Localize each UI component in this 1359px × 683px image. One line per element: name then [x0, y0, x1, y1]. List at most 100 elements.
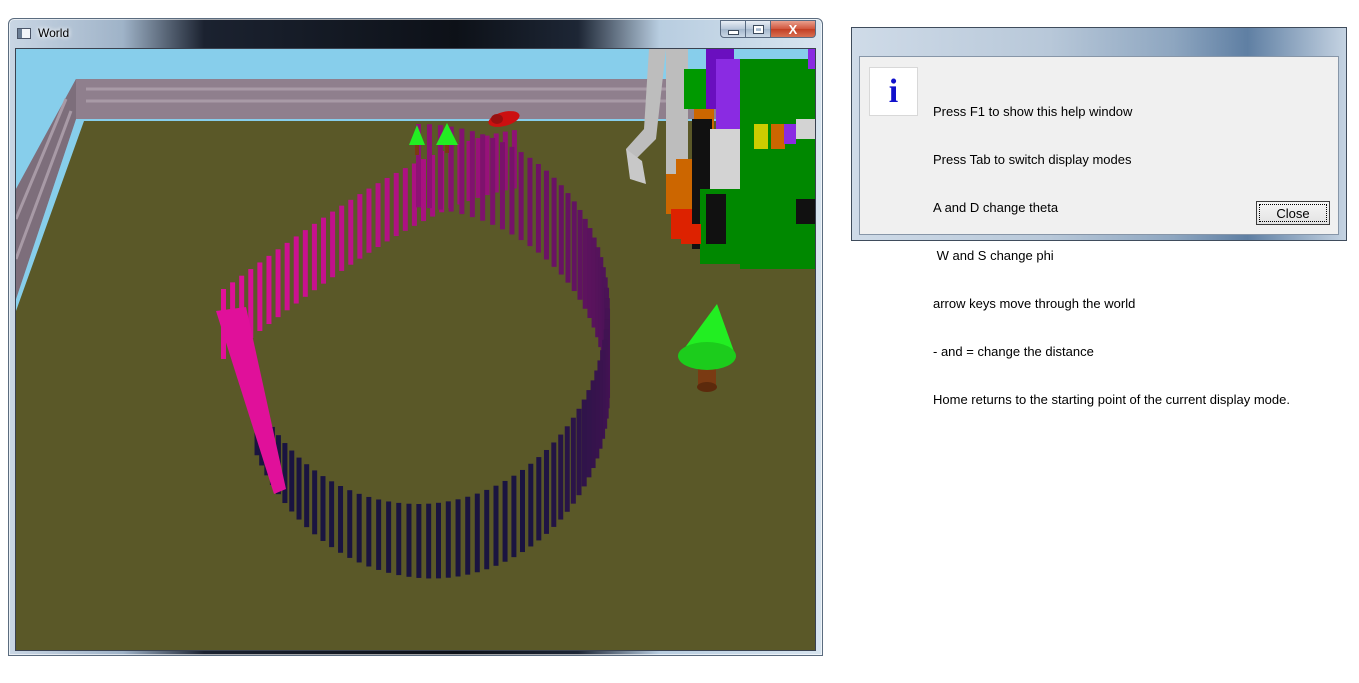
track-slat	[386, 501, 392, 573]
track-slat	[459, 128, 465, 215]
track-slat	[376, 499, 382, 570]
track-slat	[565, 193, 571, 283]
track-slat	[347, 490, 353, 558]
track-slat	[484, 489, 490, 570]
track-slat	[293, 236, 299, 304]
track-slat	[576, 408, 582, 496]
help-line: arrow keys move through the world	[933, 296, 1136, 311]
app-window-icon	[17, 28, 31, 39]
focus-rectangle	[1259, 204, 1327, 222]
track-slat	[543, 449, 549, 534]
track-slat	[536, 457, 542, 541]
track-slat	[426, 124, 432, 209]
track-slat	[435, 502, 441, 579]
world-titlebar[interactable]: World X	[9, 19, 822, 47]
track-slat	[296, 457, 302, 520]
track-slat	[406, 503, 412, 577]
track-slat	[312, 470, 318, 535]
close-window-button[interactable]: X	[771, 20, 816, 38]
track-slat	[465, 496, 471, 575]
maximize-icon	[752, 24, 764, 34]
track-slat	[366, 496, 372, 567]
help-line: - and = change the distance	[933, 344, 1094, 359]
maximize-button[interactable]	[746, 20, 771, 38]
track-slat	[330, 211, 336, 278]
track-slat	[535, 164, 541, 253]
track-slat	[577, 209, 583, 300]
track-slat	[551, 177, 557, 267]
track-slat	[543, 170, 549, 260]
track-slat	[356, 493, 362, 563]
track-slat	[402, 168, 408, 231]
track-slat	[284, 242, 290, 311]
track-slat	[275, 249, 281, 318]
track-slat	[321, 217, 326, 284]
world-scene	[16, 49, 815, 650]
track-slat	[282, 443, 288, 504]
track-slat	[551, 442, 557, 527]
track-slat	[339, 205, 345, 271]
window-title: World	[38, 26, 70, 40]
track-slat	[528, 463, 534, 547]
minimize-icon	[727, 29, 739, 35]
track-slat	[480, 134, 486, 221]
track-slat	[564, 426, 570, 512]
track-slat	[329, 481, 335, 548]
track-slat	[416, 503, 422, 578]
help-dialog-content: i Press F1 to show this help window Pres…	[859, 56, 1339, 407]
track-slat	[366, 188, 372, 253]
track-slat	[384, 177, 390, 242]
track-slat	[490, 137, 496, 225]
track-slat	[393, 172, 399, 237]
track-slat	[475, 138, 481, 198]
track-slat	[570, 417, 576, 504]
help-line: W and S change phi	[933, 248, 1054, 263]
close-icon: X	[788, 21, 798, 37]
help-text: Press F1 to show this help window Press …	[933, 72, 1290, 440]
track-slat	[582, 218, 588, 309]
track-slat	[426, 503, 432, 579]
world-window: World X	[8, 18, 823, 656]
track-slat	[375, 183, 381, 248]
track-slat	[445, 501, 451, 578]
track-slat	[558, 434, 564, 520]
track-slat	[338, 486, 344, 553]
track-slat	[357, 194, 363, 259]
caption-buttons: X	[720, 20, 816, 38]
track-slat	[320, 476, 326, 541]
track-slat	[571, 201, 577, 292]
track-slat	[257, 262, 263, 331]
track-slat	[502, 480, 508, 562]
track-slat	[421, 159, 426, 222]
information-icon: i	[869, 67, 918, 116]
help-line: Press F1 to show this help window	[933, 104, 1133, 119]
track-slat	[396, 502, 402, 576]
minimize-button[interactable]	[720, 20, 746, 38]
track-slat	[484, 135, 490, 196]
track-slat	[586, 390, 592, 478]
help-line: A and D change theta	[933, 200, 1059, 215]
track-slat	[474, 493, 480, 573]
track-slat	[304, 464, 310, 528]
track-slat	[518, 152, 524, 241]
track-slat	[348, 199, 354, 265]
help-dialog: i Press F1 to show this help window Pres…	[851, 27, 1347, 407]
track-slat	[266, 255, 272, 325]
track-slat	[519, 469, 525, 553]
help-line: Home returns to the starting point of th…	[933, 392, 1290, 407]
track-slat	[311, 223, 317, 291]
track-slat	[289, 450, 295, 512]
track-slat	[469, 131, 475, 218]
world-3d-viewport[interactable]	[15, 48, 816, 651]
track-slat	[509, 146, 515, 235]
track-slat	[493, 485, 499, 566]
help-line: Press Tab to switch display modes	[933, 152, 1132, 167]
track-slat	[581, 399, 587, 487]
track-slat	[527, 157, 533, 247]
close-button[interactable]: Close	[1256, 201, 1330, 225]
track-slat	[499, 142, 505, 230]
track-slat	[558, 185, 564, 275]
track-slat	[455, 499, 461, 577]
track-slat	[302, 230, 308, 297]
track-slat	[511, 475, 517, 558]
